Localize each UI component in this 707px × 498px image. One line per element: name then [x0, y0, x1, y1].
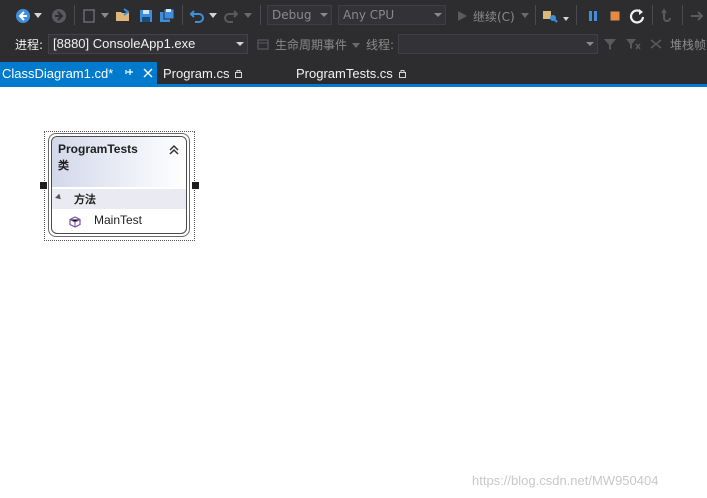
method-cube-icon [69, 213, 81, 228]
tab-program-cs[interactable]: Program.cs [163, 62, 243, 84]
save-icon[interactable] [137, 7, 155, 25]
chevron-down-icon [236, 42, 244, 46]
solution-platform-combo[interactable]: Any CPU [338, 5, 446, 25]
pause-icon[interactable] [586, 7, 600, 25]
redo-dropdown-icon[interactable] [244, 12, 252, 20]
class-shape-programtests[interactable]: ProgramTests 类 方法 MainTest [48, 133, 190, 237]
class-header: ProgramTests 类 [52, 137, 186, 187]
toolbar-separator [682, 5, 683, 25]
restart-icon[interactable] [628, 6, 646, 26]
navigate-forward-icon[interactable] [50, 7, 68, 25]
navigate-back-icon[interactable] [14, 7, 32, 25]
toolbar-separator [535, 5, 536, 25]
method-item[interactable]: MainTest [94, 213, 142, 227]
tab-label: ProgramTests.cs [296, 65, 393, 81]
toolbar-separator [652, 5, 653, 25]
close-tab-icon[interactable] [143, 66, 153, 81]
attach-dropdown-icon[interactable] [563, 16, 569, 22]
stack-frame-label: 堆栈帧 [670, 38, 707, 52]
toolbar-separator [182, 5, 183, 25]
stop-icon[interactable] [608, 7, 622, 25]
back-dropdown-icon[interactable] [34, 12, 42, 20]
standard-toolbar: Debug Any CPU 继续(C) [0, 0, 707, 31]
toolbar-separator [260, 5, 261, 25]
new-dropdown-icon[interactable] [101, 12, 109, 20]
process-value: [8880] ConsoleApp1.exe [53, 36, 196, 51]
open-file-icon[interactable] [114, 7, 132, 25]
lifecycle-events-icon[interactable] [256, 37, 270, 51]
step-into-icon[interactable] [688, 7, 706, 25]
solution-configuration-value: Debug [272, 8, 312, 22]
undo-dropdown-icon[interactable] [209, 12, 217, 20]
continue-label: 继续(C) [473, 9, 515, 24]
solution-platform-value: Any CPU [343, 8, 395, 22]
watermark-text: https://blog.csdn.net/MW950404 [472, 473, 659, 488]
chevron-down-icon [320, 13, 328, 17]
methods-section-label: 方法 [74, 193, 96, 206]
methods-section-header[interactable] [52, 189, 186, 209]
redo-icon[interactable] [222, 7, 240, 25]
filter-icon[interactable] [602, 36, 618, 52]
lock-icon [235, 66, 243, 81]
chevron-down-icon [434, 13, 442, 17]
thread-combo[interactable] [398, 34, 598, 54]
class-shape-body: ProgramTests 类 方法 MainTest [51, 136, 187, 234]
toolbar-separator [74, 5, 75, 25]
resize-handle-right[interactable] [192, 182, 199, 189]
pin-tab-icon[interactable] [125, 67, 135, 80]
chevron-down-icon [586, 42, 594, 46]
debug-location-toolbar: 进程: [8880] ConsoleApp1.exe 生命周期事件 线程: 堆栈… [0, 31, 707, 60]
undo-icon[interactable] [188, 7, 206, 25]
thread-label: 线程: [366, 38, 395, 52]
tab-label: Program.cs [163, 65, 230, 81]
process-combo[interactable]: [8880] ConsoleApp1.exe [48, 34, 248, 54]
new-project-icon[interactable] [80, 7, 98, 25]
tab-classdiagram1[interactable]: ClassDiagram1.cd* [0, 62, 157, 84]
lifecycle-events-button[interactable]: 生命周期事件 [275, 36, 347, 53]
solution-configuration-combo[interactable]: Debug [267, 5, 332, 25]
lifecycle-dropdown-icon[interactable] [352, 43, 360, 49]
toolbar-separator [576, 5, 577, 25]
play-icon [458, 11, 467, 21]
class-kind-label: 类 [58, 160, 69, 172]
collapse-icon[interactable] [168, 141, 182, 155]
resize-handle-left[interactable] [40, 182, 47, 189]
lock-icon [398, 66, 406, 81]
tab-programtests-cs[interactable]: ProgramTests.cs [296, 62, 406, 84]
continue-button[interactable]: 继续(C) [456, 6, 515, 26]
save-all-icon[interactable] [158, 7, 176, 25]
class-name: ProgramTests [58, 142, 138, 156]
unflag-all-icon[interactable] [648, 36, 664, 52]
tab-label: ClassDiagram1.cd* [2, 65, 114, 81]
attach-process-icon[interactable] [541, 7, 559, 25]
process-label: 进程: [15, 38, 44, 52]
flag-filter-icon[interactable] [624, 36, 642, 52]
show-next-statement-icon[interactable] [658, 7, 676, 25]
continue-dropdown-icon[interactable] [521, 12, 529, 20]
